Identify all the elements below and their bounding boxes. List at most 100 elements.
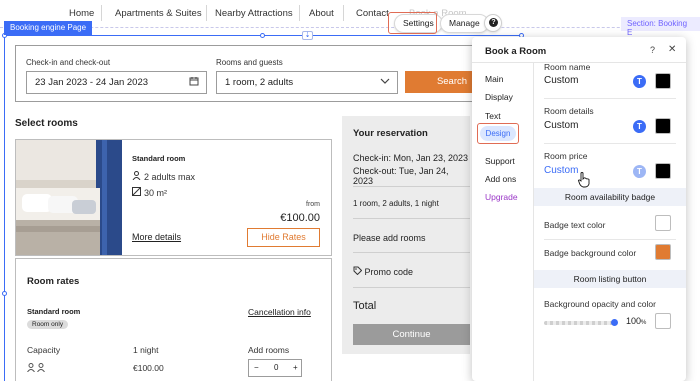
nav-about[interactable]: About <box>309 8 334 19</box>
promo-code-link[interactable]: Promo code <box>353 266 413 277</box>
divider <box>353 218 470 219</box>
room-name-font[interactable]: Custom <box>544 75 578 86</box>
text-theme-icon[interactable]: T <box>633 75 646 88</box>
panel-nav-display[interactable]: Display <box>485 92 513 102</box>
badge-bg-color-label: Badge background color <box>544 248 637 258</box>
more-details-link[interactable]: More details <box>132 232 181 242</box>
room-details-font[interactable]: Custom <box>544 120 578 131</box>
close-icon[interactable]: ✕ <box>668 44 676 55</box>
divider <box>353 186 470 187</box>
capacity-header: Capacity <box>27 345 61 355</box>
badge-text-color-swatch[interactable] <box>655 215 671 231</box>
nav-divider <box>343 5 344 21</box>
badge-bg-color-swatch[interactable] <box>655 244 671 260</box>
area-icon <box>132 187 144 198</box>
nights-header: 1 night <box>133 345 159 355</box>
cancellation-info-link[interactable]: Cancellation info <box>248 307 311 317</box>
nav-apartments[interactable]: Apartments & Suites <box>115 8 202 19</box>
room-details-label: Room details <box>544 106 594 116</box>
panel-title: Book a Room <box>485 46 547 57</box>
total-label: Total <box>353 300 377 312</box>
availability-badge-section: Room availability badge <box>534 188 686 206</box>
section-label[interactable]: Section: Booking E <box>621 17 700 37</box>
room-size: 30 m² <box>132 187 167 198</box>
quantity-stepper[interactable]: − 0 + <box>248 359 302 377</box>
check-out-text: Check-out: Tue, Jan 24, 2023 <box>353 166 449 186</box>
room-rates-title: Room rates <box>27 276 80 287</box>
add-rooms-header: Add rooms <box>248 345 290 355</box>
person-icon <box>132 171 144 182</box>
stepper-value: 0 <box>274 363 279 372</box>
help-button[interactable]: ? <box>484 14 502 32</box>
divider <box>544 239 676 240</box>
panel-nav-main[interactable]: Main <box>485 74 503 84</box>
section-boundary <box>0 27 700 28</box>
nav-home[interactable]: Home <box>69 8 94 19</box>
from-label: from <box>306 201 320 208</box>
room-name-color-swatch[interactable] <box>655 73 671 89</box>
guests-value: 1 room, 2 adults <box>225 77 294 88</box>
anchor-icon[interactable]: ⇣ <box>302 31 313 40</box>
text-theme-icon[interactable]: T <box>633 120 646 133</box>
text-theme-icon[interactable]: T <box>633 165 646 178</box>
resize-handle[interactable] <box>260 33 265 38</box>
nav-attractions[interactable]: Nearby Attractions <box>215 8 293 19</box>
tag-icon <box>353 266 365 277</box>
opacity-number: 100 <box>626 316 642 326</box>
room-price-label: Room price <box>544 151 588 161</box>
guests-dropdown[interactable]: 1 room, 2 adults <box>216 71 398 94</box>
help-icon[interactable]: ? <box>650 45 655 55</box>
room-capacity: 2 adults max <box>132 171 195 182</box>
settings-highlight <box>388 12 437 34</box>
divider <box>544 143 676 144</box>
panel-nav: Main Display Text Design Support Add ons… <box>472 63 534 381</box>
room-details-color-swatch[interactable] <box>655 118 671 134</box>
panel-nav-text[interactable]: Text <box>485 111 501 121</box>
rate-name: Standard room <box>27 307 81 316</box>
chevron-down-icon <box>380 76 390 89</box>
divider <box>353 287 470 288</box>
reservation-title: Your reservation <box>353 128 428 139</box>
panel-nav-support[interactable]: Support <box>485 156 515 166</box>
panel-nav-add-ons[interactable]: Add ons <box>485 174 516 184</box>
stepper-plus[interactable]: + <box>293 363 298 372</box>
hand-cursor-icon <box>577 172 591 188</box>
bg-opacity-label: Background opacity and color <box>544 299 656 309</box>
dates-value: 23 Jan 2023 - 24 Jan 2023 <box>35 77 149 88</box>
rate-price: €100.00 <box>133 363 164 373</box>
page-label[interactable]: Booking engine Page <box>4 21 93 35</box>
check-in-text: Check-in: Mon, Jan 23, 2023 <box>353 153 469 163</box>
opacity-unit: % <box>641 320 647 326</box>
continue-button[interactable]: Continue <box>353 324 470 345</box>
hide-rates-button[interactable]: Hide Rates <box>247 228 320 247</box>
listing-bg-color-swatch[interactable] <box>655 313 671 329</box>
room-card: Standard room 2 adults max 30 m² from €1… <box>15 139 332 256</box>
room-name: Standard room <box>132 154 186 163</box>
calendar-icon <box>189 76 199 89</box>
opacity-slider-handle[interactable] <box>611 319 618 326</box>
manage-button[interactable]: Manage <box>440 14 489 33</box>
opacity-value[interactable]: 100% <box>626 316 646 326</box>
room-name-label: Room name <box>544 62 591 72</box>
site-nav: Home Apartments & Suites Nearby Attracti… <box>0 0 700 30</box>
room-photo[interactable] <box>16 140 122 255</box>
room-capacity-text: 2 adults max <box>144 172 196 182</box>
panel-nav-upgrade[interactable]: Upgrade <box>485 192 518 202</box>
room-price: €100.00 <box>280 212 320 224</box>
opacity-slider[interactable] <box>544 321 614 325</box>
promo-code-label: Promo code <box>364 267 414 277</box>
reservation-summary-text: 1 room, 2 adults, 1 night <box>353 199 439 208</box>
badge-text-color-label: Badge text color <box>544 220 606 230</box>
panel-header[interactable]: Book a Room ? ✕ <box>472 37 686 63</box>
room-only-badge: Room only <box>27 320 69 329</box>
guests-label: Rooms and guests <box>216 58 283 67</box>
design-highlight <box>477 123 519 144</box>
nav-contact[interactable]: Contact <box>356 8 389 19</box>
dates-label: Check-in and check-out <box>26 58 111 67</box>
resize-handle[interactable] <box>2 291 7 296</box>
question-icon: ? <box>489 18 498 27</box>
room-price-font[interactable]: Custom <box>544 165 578 176</box>
room-price-color-swatch[interactable] <box>655 163 671 179</box>
dates-field[interactable]: 23 Jan 2023 - 24 Jan 2023 <box>26 71 207 94</box>
stepper-minus[interactable]: − <box>254 363 259 372</box>
